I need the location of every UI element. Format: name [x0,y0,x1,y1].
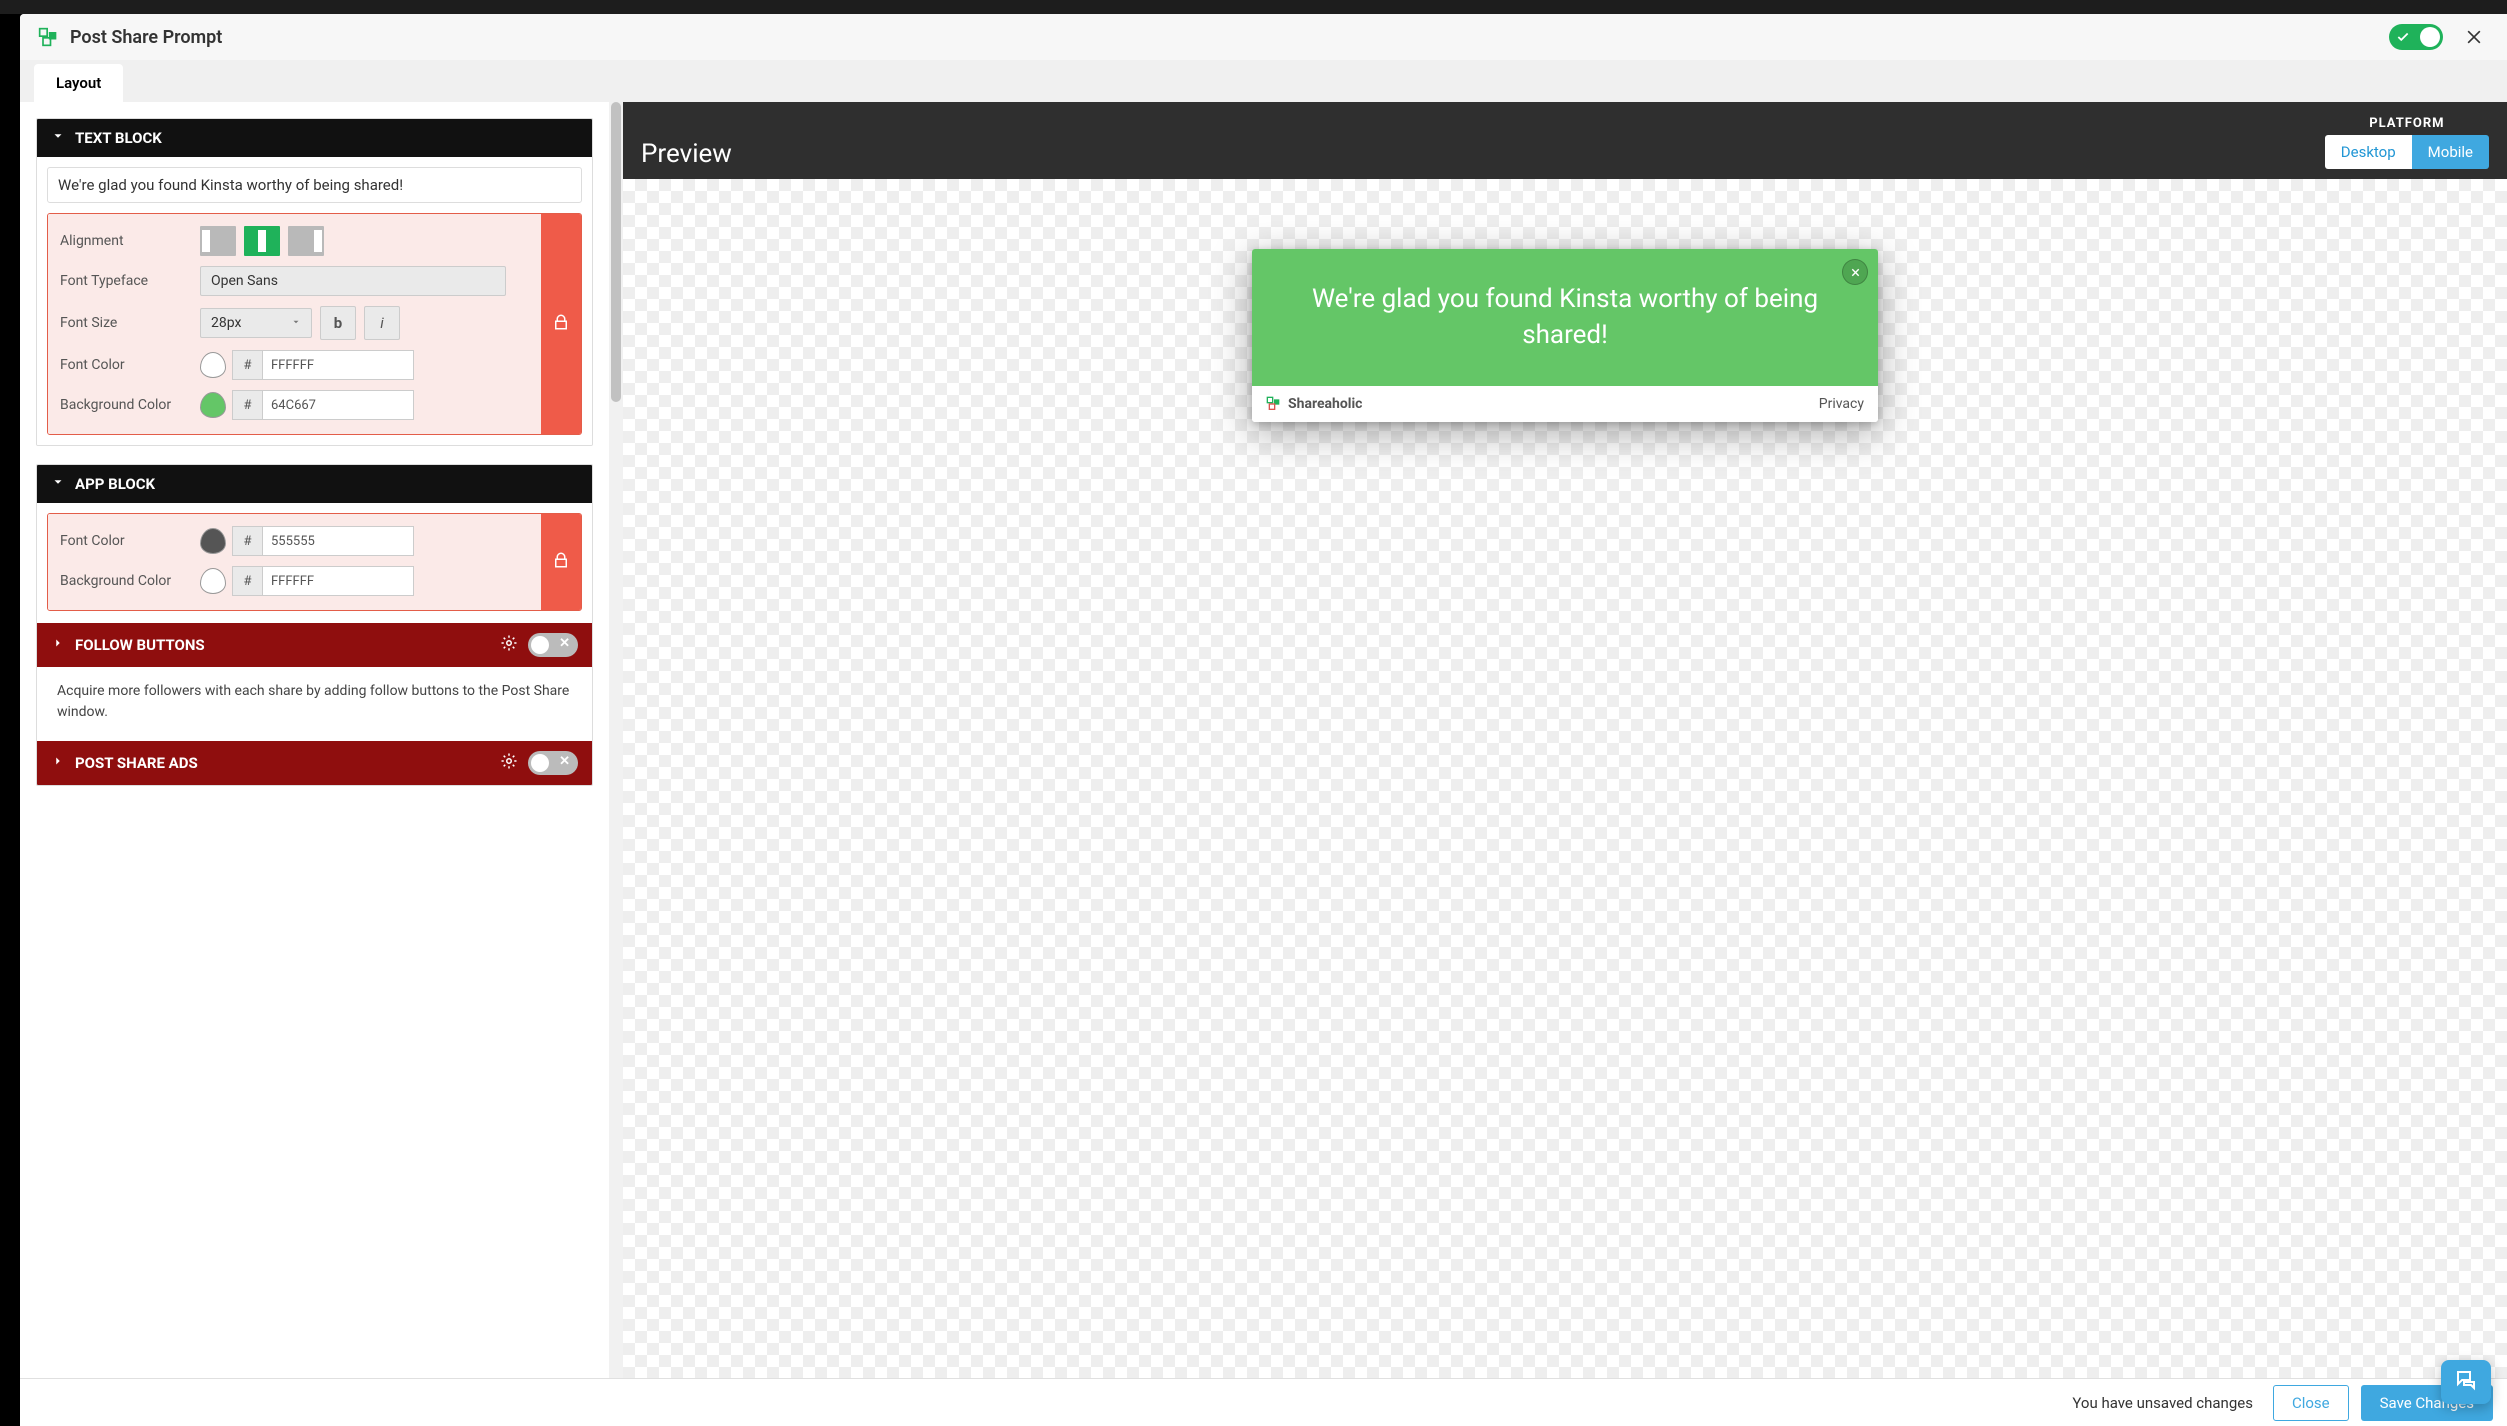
modal-header: Post Share Prompt [20,14,2507,60]
headline-input[interactable] [47,167,582,203]
font-size-value: 28px [211,315,241,331]
lock-icon [552,313,570,335]
privacy-link[interactable]: Privacy [1819,396,1864,412]
popup-close-button[interactable] [1842,259,1868,285]
scrollbar-thumb[interactable] [611,102,621,402]
post-share-ads-toggle[interactable]: ✕ [528,751,578,775]
preview-canvas: We're glad you found Kinsta worthy of be… [623,179,2507,1378]
check-icon [2396,30,2410,44]
hash-label: # [232,390,262,420]
settings-modal: Post Share Prompt Layout TEXT BLOCK [20,14,2507,1426]
lock-icon [552,551,570,573]
section-header-text-block[interactable]: TEXT BLOCK [37,119,592,157]
modal-title: Post Share Prompt [70,27,2389,48]
bold-button[interactable]: b [320,306,356,340]
unsaved-changes-text: You have unsaved changes [2072,1394,2253,1412]
label-size: Font Size [60,315,200,331]
chat-widget-button[interactable] [2441,1360,2491,1404]
gear-icon[interactable] [500,752,518,774]
app-block-body: Font Color # [37,503,592,785]
x-icon: ✕ [559,636,570,651]
platform-switcher: PLATFORM Desktop Mobile [2325,116,2489,169]
align-center-button[interactable] [244,226,280,256]
popup-banner: We're glad you found Kinsta worthy of be… [1252,249,1878,386]
section-header-follow-buttons[interactable]: FOLLOW BUTTONS ✕ [37,623,592,667]
font-color-input[interactable] [262,350,414,380]
enable-toggle[interactable] [2389,24,2443,50]
chevron-right-icon [51,636,65,654]
close-modal-button[interactable] [2459,22,2489,52]
close-button[interactable]: Close [2273,1385,2349,1421]
section-title: FOLLOW BUTTONS [75,636,205,654]
font-size-select[interactable]: 28px [200,308,312,338]
bg-color-swatch[interactable] [200,392,226,418]
app-font-color-input[interactable] [262,526,414,556]
section-title: POST SHARE ADS [75,754,198,772]
tab-layout[interactable]: Layout [34,64,123,102]
shareaholic-brand[interactable]: Shareaholic [1266,396,1362,412]
section-title: APP BLOCK [75,475,155,493]
brand-text: Shareaholic [1288,396,1362,412]
app-bg-color-input[interactable] [262,566,414,596]
follow-buttons-toggle[interactable]: ✕ [528,633,578,657]
wp-admin-bar [0,0,2507,14]
chevron-right-icon [51,754,65,772]
label-app-font-color: Font Color [60,533,200,549]
section-text-block: TEXT BLOCK Alignment [36,118,593,446]
bg-color-input[interactable] [262,390,414,420]
label-bg-color: Background Color [60,397,200,413]
chat-icon [2454,1368,2478,1396]
section-title: TEXT BLOCK [75,129,162,147]
preview-header: Preview PLATFORM Desktop Mobile [623,102,2507,179]
chevron-down-icon [51,129,65,147]
lock-strip[interactable] [541,214,581,434]
modal-footer: You have unsaved changes Close Save Chan… [20,1378,2507,1426]
text-block-body: Alignment Font Typeface [37,157,592,445]
settings-panel: TEXT BLOCK Alignment [20,102,609,1378]
popup-headline: We're glad you found Kinsta worthy of be… [1312,284,1818,350]
popup-footer: Shareaholic Privacy [1252,386,1878,422]
modal-body: TEXT BLOCK Alignment [20,102,2507,1378]
section-header-app-block[interactable]: APP BLOCK [37,465,592,503]
shareaholic-icon [1266,396,1282,412]
locked-text-settings: Alignment Font Typeface [47,213,582,435]
section-app-block: APP BLOCK Font Color # [36,464,593,786]
app-font-color-swatch[interactable] [200,528,226,554]
align-right-button[interactable] [288,226,324,256]
locked-app-settings: Font Color # [47,513,582,611]
gear-icon[interactable] [500,634,518,656]
hash-label: # [232,566,262,596]
align-left-button[interactable] [200,226,236,256]
italic-button[interactable]: i [364,306,400,340]
chevron-down-icon [51,475,65,493]
shareaholic-logo-icon [38,27,58,47]
preview-title: Preview [641,139,732,169]
settings-scroll: TEXT BLOCK Alignment [20,102,609,1378]
platform-desktop-tab[interactable]: Desktop [2325,135,2412,169]
label-typeface: Font Typeface [60,273,200,289]
lock-strip[interactable] [541,514,581,610]
font-color-swatch[interactable] [200,352,226,378]
chevron-down-icon [291,315,301,331]
hash-label: # [232,350,262,380]
platform-label: PLATFORM [2369,116,2444,131]
section-header-post-share-ads[interactable]: POST SHARE ADS ✕ [37,741,592,785]
typeface-select[interactable]: Open Sans [200,266,506,296]
tabs-bar: Layout [20,60,2507,102]
label-alignment: Alignment [60,233,200,249]
typeface-value: Open Sans [211,273,278,289]
label-font-color: Font Color [60,357,200,373]
share-popup-preview: We're glad you found Kinsta worthy of be… [1252,249,1878,422]
hash-label: # [232,526,262,556]
scrollbar[interactable] [609,102,623,1378]
platform-mobile-tab[interactable]: Mobile [2412,135,2489,169]
x-icon: ✕ [559,754,570,769]
follow-buttons-desc: Acquire more followers with each share b… [47,667,582,741]
label-app-bg-color: Background Color [60,573,200,589]
app-bg-color-swatch[interactable] [200,568,226,594]
preview-panel: Preview PLATFORM Desktop Mobile We're gl… [623,102,2507,1378]
